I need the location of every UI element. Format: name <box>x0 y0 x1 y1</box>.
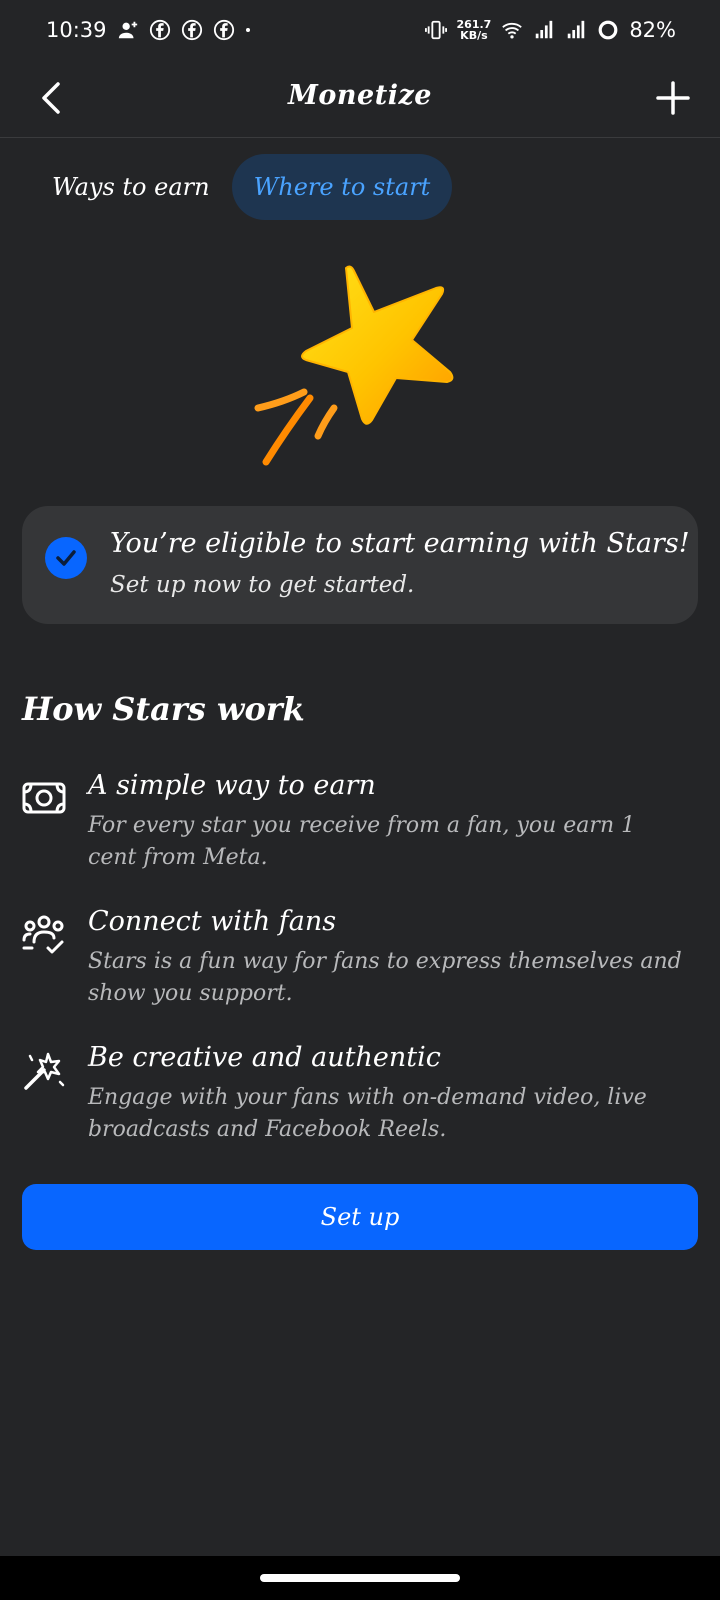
status-right: 261.7 KB/s 82% <box>424 18 676 42</box>
network-speed: 261.7 KB/s <box>457 19 492 41</box>
tab-bar: Ways to earn Where to start <box>22 154 453 220</box>
battery-ring-icon <box>598 20 618 40</box>
signal-icon <box>536 20 553 39</box>
person-add-icon <box>118 21 137 39</box>
eligibility-subtitle: Set up now to get started. <box>110 572 415 598</box>
monetize-screen: 10:39 261.7 KB/s 82% Monetize Ways to ea… <box>0 0 720 1600</box>
shooting-star-icon <box>254 265 454 466</box>
plus-icon[interactable] <box>652 77 694 119</box>
money-icon <box>22 782 66 814</box>
tab-ways-to-earn[interactable]: Ways to earn <box>22 154 210 220</box>
wifi-icon <box>502 22 523 39</box>
page-title: Monetize <box>288 80 432 111</box>
battery-level: 82% <box>629 18 676 42</box>
feature-description: Engage with your fans with on-demand vid… <box>88 1085 647 1142</box>
network-speed-unit: KB/s <box>460 29 488 42</box>
feature-title: Be creative and authentic <box>88 1042 441 1073</box>
signal-icon <box>568 20 585 39</box>
app-header: Monetize <box>0 60 720 138</box>
facebook-icon <box>213 19 234 41</box>
system-nav-bar <box>0 1556 720 1600</box>
facebook-icon <box>181 19 202 41</box>
feature-description: Stars is a fun way for fans to express t… <box>88 949 682 1006</box>
set-up-button[interactable]: Set up <box>22 1184 698 1250</box>
magic-wand-icon <box>24 1052 65 1090</box>
eligibility-card: You’re eligible to start earning with St… <box>22 506 698 624</box>
feature-title: A simple way to earn <box>88 770 376 801</box>
vibrate-icon <box>424 20 447 40</box>
eligibility-title: You’re eligible to start earning with St… <box>110 528 690 559</box>
checkmark-icon <box>45 537 87 579</box>
status-left: 10:39 <box>46 18 257 42</box>
status-time: 10:39 <box>46 18 107 42</box>
section-title: How Stars work <box>22 690 305 728</box>
dot-icon <box>245 28 250 32</box>
tab-where-to-start[interactable]: Where to start <box>231 154 453 220</box>
facebook-icon <box>149 19 170 41</box>
feature-description: For every star you receive from a fan, y… <box>88 813 636 870</box>
people-check-icon <box>22 915 64 954</box>
home-indicator[interactable] <box>260 1574 460 1582</box>
status-bar: 10:39 261.7 KB/s 82% <box>0 0 720 60</box>
feature-title: Connect with fans <box>88 906 337 937</box>
